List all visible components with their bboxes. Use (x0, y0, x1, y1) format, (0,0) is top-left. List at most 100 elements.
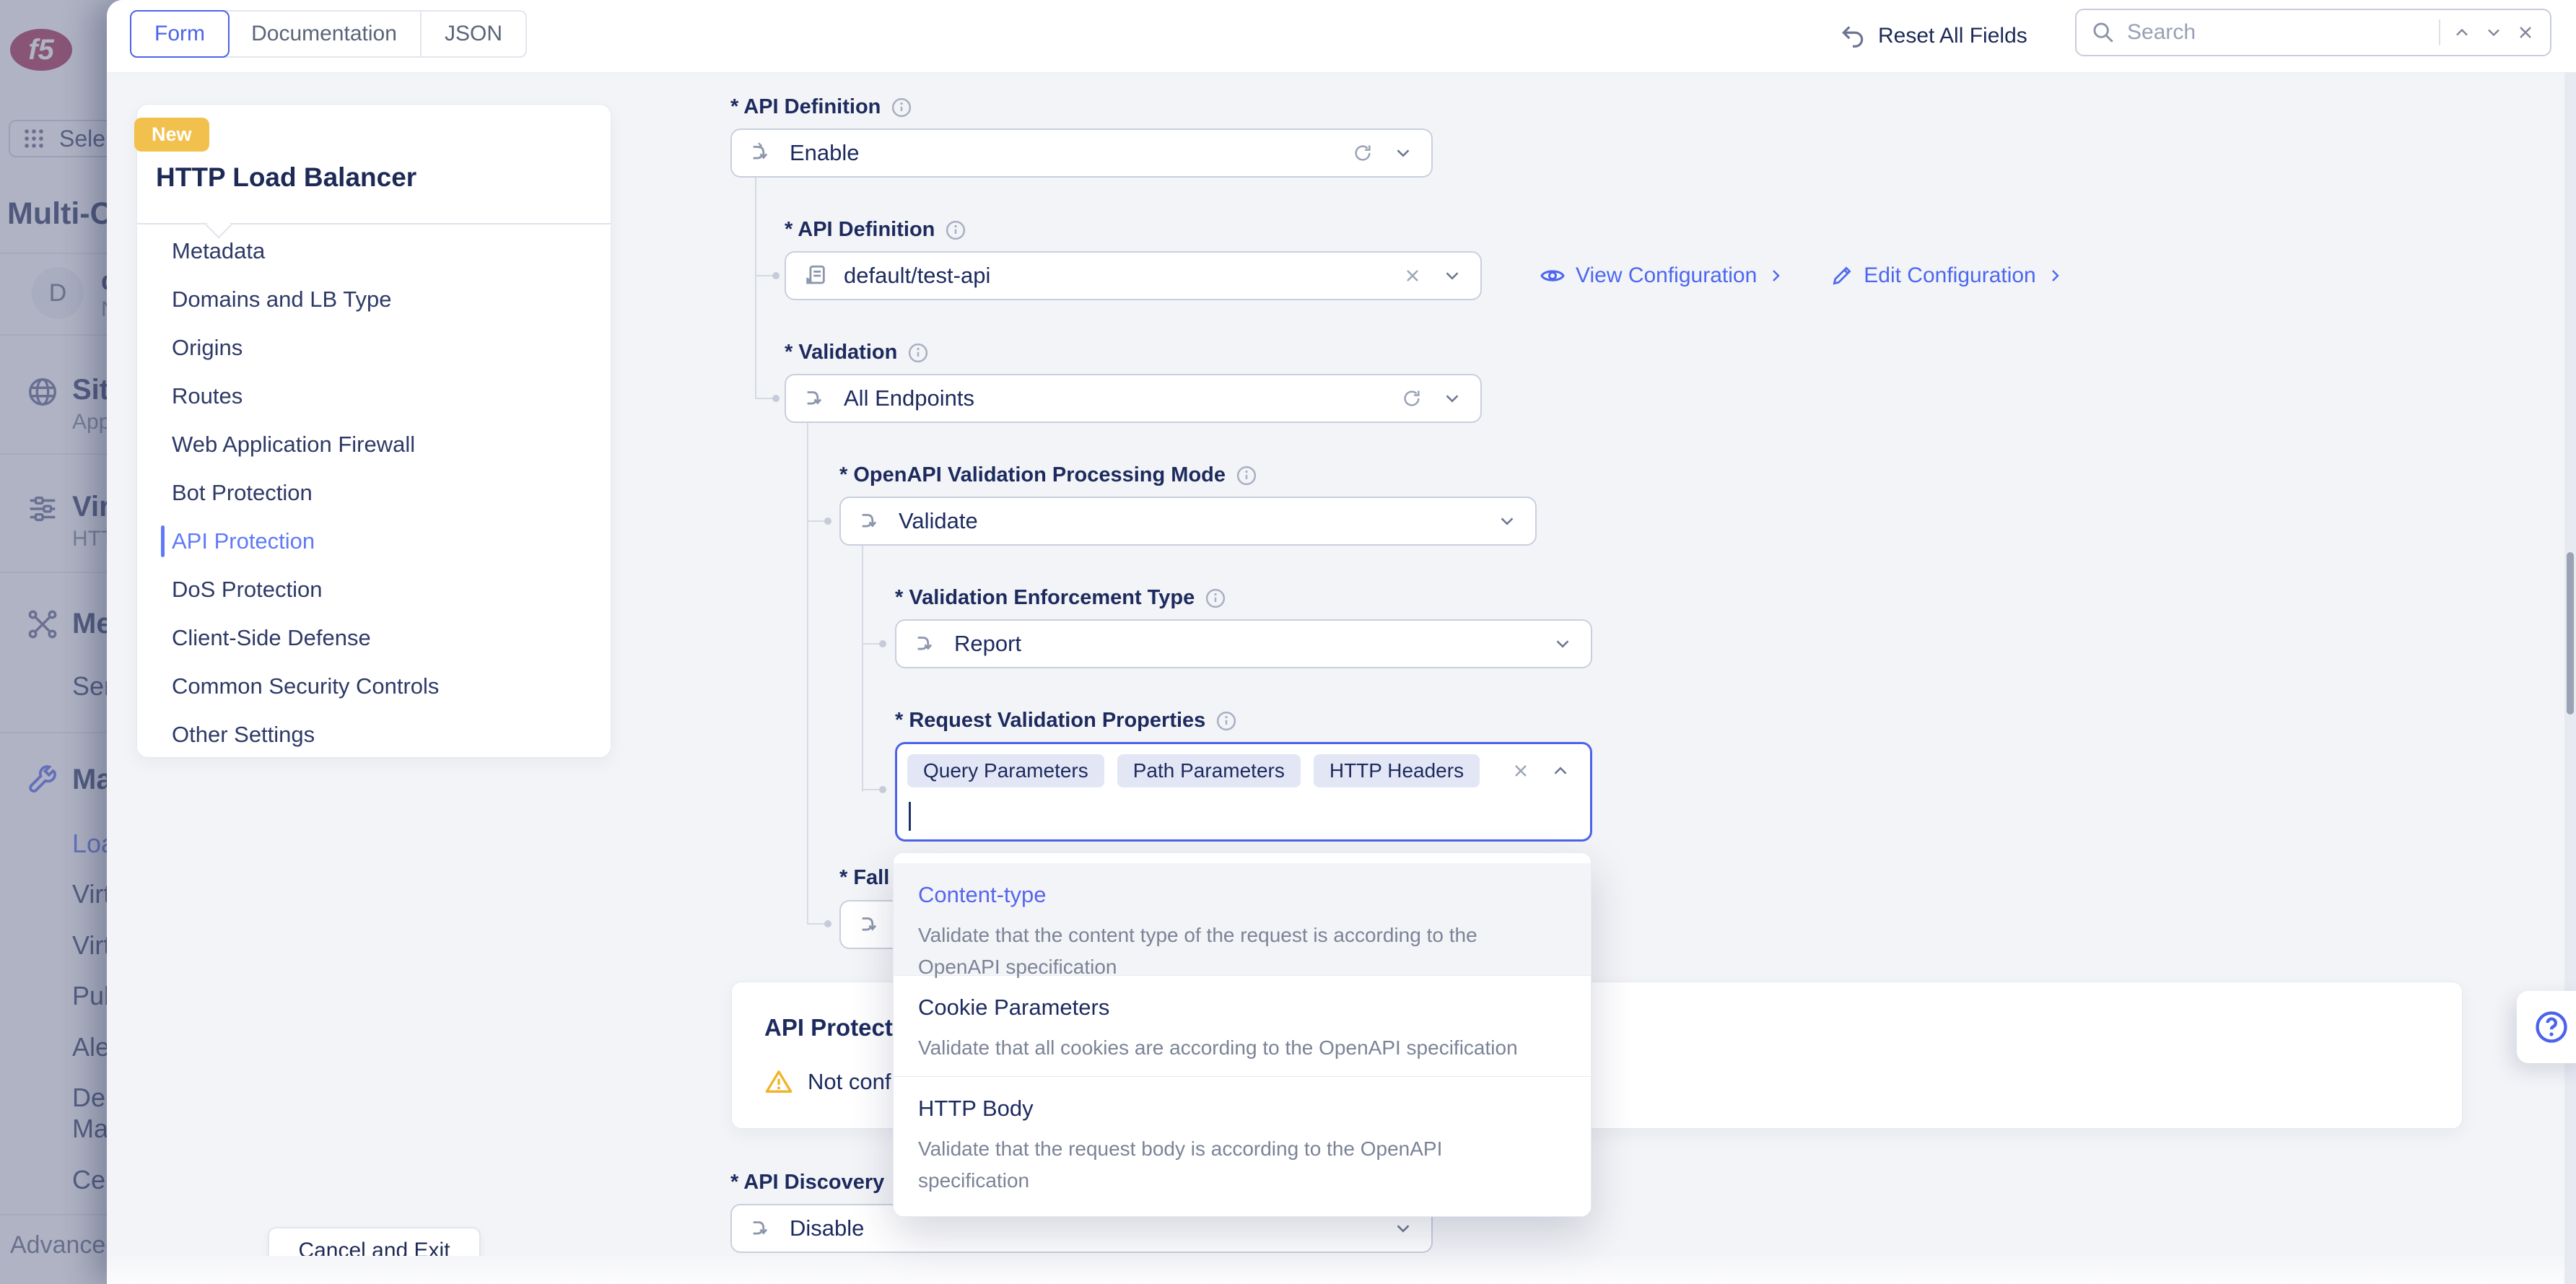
tag-label: Query Parameters (923, 759, 1088, 782)
connector-dot (824, 517, 831, 525)
option-http-body[interactable]: HTTP Body Validate that the request body… (894, 1076, 1591, 1217)
info-icon[interactable] (1205, 588, 1226, 609)
chevron-down-icon[interactable] (2484, 22, 2504, 43)
tag-path-parameters[interactable]: Path Parameters (1117, 754, 1301, 787)
label-text: * OpenAPI Validation Processing Mode (839, 463, 1226, 487)
info-icon[interactable] (1215, 710, 1237, 732)
chevron-up-icon[interactable] (2452, 22, 2472, 43)
chevron-right-icon (2046, 267, 2064, 284)
chevron-down-icon[interactable] (1441, 265, 1463, 287)
search-input[interactable]: Search (2127, 20, 2427, 45)
scrollbar-thumb[interactable] (2567, 552, 2574, 715)
wizard-step-api-protection[interactable]: API Protection (172, 517, 315, 565)
wizard-step-other-settings[interactable]: Other Settings (172, 711, 315, 759)
search-box[interactable]: Search (2075, 9, 2551, 56)
tab-documentation-label: Documentation (251, 22, 397, 46)
info-icon[interactable] (1236, 465, 1257, 486)
connector-dot (772, 272, 780, 279)
wizard-step-bot-protection[interactable]: Bot Protection (172, 469, 313, 517)
option-title: Content-type (918, 882, 1566, 908)
option-cookie-parameters[interactable]: Cookie Parameters Validate that all cook… (894, 975, 1591, 1076)
branch-icon (914, 632, 938, 656)
enforcement-type-label: * Validation Enforcement Type (895, 586, 1226, 610)
tab-form[interactable]: Form (130, 10, 230, 58)
step-label: Origins (172, 335, 243, 361)
wizard-step-dos-protection[interactable]: DoS Protection (172, 566, 323, 613)
api-definition-select[interactable]: Enable (730, 128, 1433, 178)
option-description: Validate that the request body is accord… (918, 1133, 1553, 1197)
connector-dot (879, 786, 886, 793)
tag-query-parameters[interactable]: Query Parameters (907, 754, 1104, 787)
wizard-step-domains[interactable]: Domains and LB Type (172, 276, 391, 323)
undo-icon (1839, 22, 1866, 50)
connector-dot (879, 640, 886, 647)
branch-icon (858, 912, 883, 937)
info-icon[interactable] (907, 342, 929, 364)
chevron-down-icon[interactable] (1392, 1218, 1414, 1239)
chevron-down-icon[interactable] (1441, 388, 1463, 409)
enforcement-type-value: Report (954, 631, 1536, 657)
not-configured-row: Not conf (764, 1067, 891, 1096)
tab-documentation[interactable]: Documentation (228, 12, 420, 56)
tab-json[interactable]: JSON (422, 12, 525, 56)
info-icon[interactable] (945, 219, 966, 241)
chevron-right-icon (1767, 267, 1784, 284)
branch-icon (858, 509, 883, 533)
edit-configuration-link[interactable]: Edit Configuration (1830, 263, 2063, 288)
api-definition-ref-label: * API Definition (785, 218, 966, 242)
option-title: Cookie Parameters (918, 995, 1566, 1021)
processing-mode-select[interactable]: Validate (839, 497, 1537, 546)
chevron-down-icon[interactable] (1552, 633, 1573, 655)
connector-line (807, 923, 824, 925)
clear-icon[interactable] (1511, 761, 1531, 781)
multiselect-controls (1511, 760, 1571, 782)
view-configuration-link[interactable]: View Configuration (1540, 263, 1784, 289)
wizard-step-client-side-defense[interactable]: Client-Side Defense (172, 614, 371, 662)
validation-select[interactable]: All Endpoints (785, 374, 1482, 423)
wizard-nav-card: New HTTP Load Balancer Metadata Domains … (136, 104, 611, 758)
help-button[interactable] (2517, 991, 2576, 1063)
connector-line (807, 423, 808, 925)
option-description: Validate that all cookies are according … (918, 1032, 1566, 1064)
option-description: Validate that the content type of the re… (918, 920, 1517, 983)
multiselect-dropdown: Content-type Validate that the content t… (893, 852, 1592, 1217)
close-icon[interactable] (2515, 22, 2536, 43)
tag-http-headers[interactable]: HTTP Headers (1314, 754, 1480, 787)
wizard-step-origins[interactable]: Origins (172, 324, 243, 372)
refresh-icon[interactable] (1401, 388, 1423, 409)
chevron-up-icon[interactable] (1550, 760, 1571, 782)
view-configuration-label: View Configuration (1576, 263, 1757, 288)
step-label: Metadata (172, 238, 265, 264)
pencil-icon (1830, 264, 1854, 287)
label-text: * Validation Enforcement Type (895, 586, 1195, 610)
wizard-step-routes[interactable]: Routes (172, 372, 243, 420)
api-definition-ref-select[interactable]: default/test-api (785, 251, 1482, 300)
api-definition-label: * API Definition (730, 95, 912, 119)
editor-panel: Form Documentation JSON Reset All Fields… (107, 0, 2576, 1284)
step-label: Web Application Firewall (172, 432, 415, 458)
view-tabs: Form Documentation JSON (130, 10, 527, 58)
config-links: View Configuration Edit Configuration (1540, 251, 2064, 300)
refresh-icon[interactable] (1352, 142, 1374, 164)
wizard-step-metadata[interactable]: Metadata (172, 227, 265, 275)
wizard-step-common-security[interactable]: Common Security Controls (172, 663, 439, 710)
option-content-type[interactable]: Content-type Validate that the content t… (894, 863, 1591, 975)
api-discovery-label: * API Discovery (730, 1171, 916, 1195)
branch-icon (749, 1216, 774, 1241)
clear-icon[interactable] (1402, 266, 1423, 286)
enforcement-type-select[interactable]: Report (895, 619, 1592, 668)
processing-mode-label: * OpenAPI Validation Processing Mode (839, 463, 1257, 487)
info-icon[interactable] (891, 97, 912, 118)
connector-line (755, 178, 756, 398)
document-icon (803, 263, 828, 288)
connector-line (862, 546, 863, 792)
chevron-down-icon[interactable] (1496, 510, 1518, 532)
reset-all-fields-button[interactable]: Reset All Fields (1839, 13, 2027, 59)
request-validation-properties-multiselect[interactable]: Query Parameters Path Parameters HTTP He… (895, 742, 1592, 842)
chevron-down-icon[interactable] (1392, 142, 1414, 164)
connector-line (755, 275, 772, 276)
search-divider (2439, 19, 2440, 45)
option-title: HTTP Body (918, 1096, 1566, 1122)
connector-line (862, 643, 879, 645)
wizard-step-waf[interactable]: Web Application Firewall (172, 421, 415, 468)
